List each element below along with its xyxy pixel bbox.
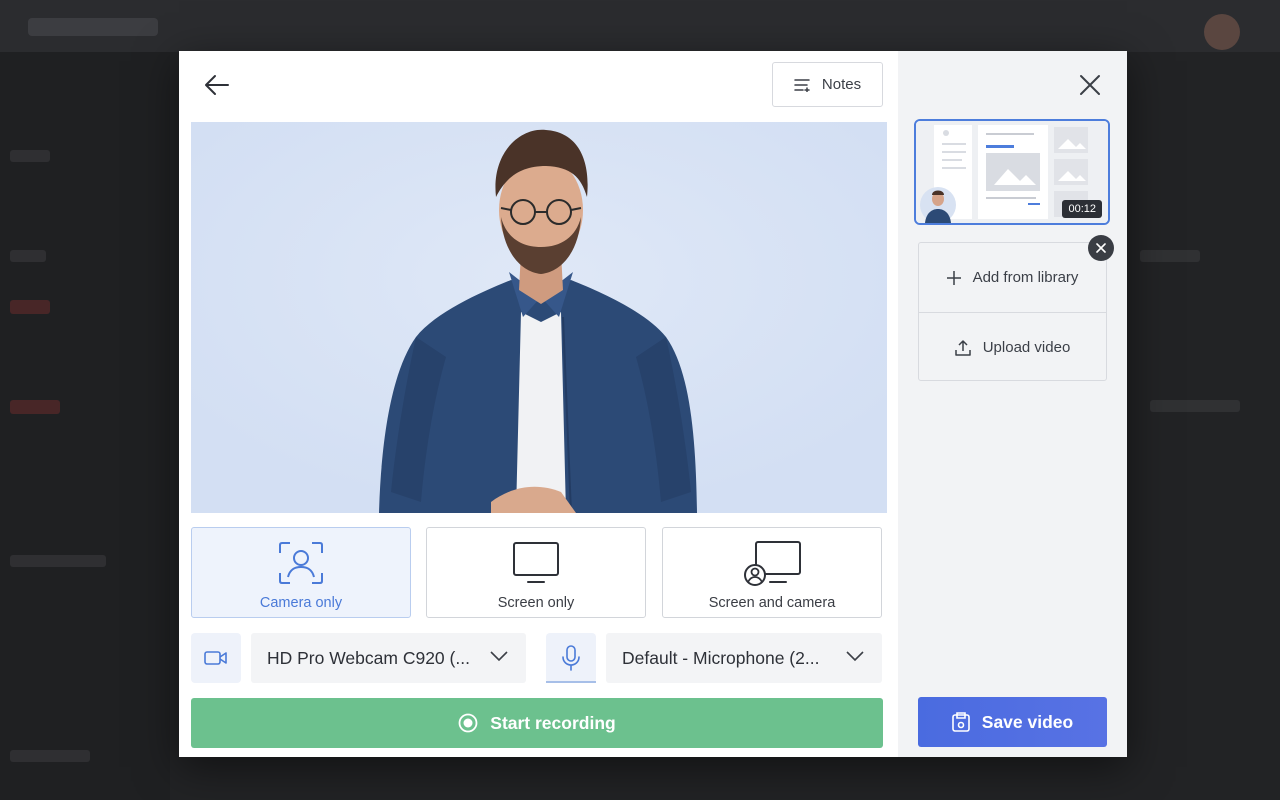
start-recording-button[interactable]: Start recording — [191, 698, 883, 748]
upload-video-label: Upload video — [982, 339, 1071, 356]
close-icon — [1080, 75, 1100, 95]
camera-frame-icon — [279, 542, 323, 584]
background-logo — [28, 18, 158, 36]
background-avatar — [1204, 14, 1240, 50]
monitor-icon — [513, 542, 559, 583]
background-line — [1150, 400, 1240, 412]
save-video-button[interactable]: Save video — [918, 697, 1107, 747]
notes-label: Notes — [821, 76, 862, 93]
background-line — [10, 400, 60, 414]
chevron-down-icon — [490, 651, 508, 662]
add-from-library-button[interactable]: Add from library — [919, 243, 1106, 312]
background-line — [10, 150, 50, 162]
media-sidebar: 00:12 Add from library Upload video Save… — [898, 51, 1127, 757]
mode-camera-only[interactable]: Camera only — [191, 527, 411, 618]
background-line — [10, 750, 90, 762]
back-button[interactable] — [199, 69, 235, 101]
mode-screen-only[interactable]: Screen only — [426, 527, 646, 618]
save-video-label: Save video — [981, 711, 1074, 732]
mode-label: Camera only — [259, 595, 343, 611]
mode-label: Screen and camera — [708, 595, 836, 611]
notes-list-icon — [794, 78, 810, 92]
add-media-box: Add from library Upload video — [918, 242, 1107, 381]
upload-video-button[interactable]: Upload video — [919, 313, 1106, 382]
start-recording-label: Start recording — [490, 712, 616, 733]
mic-active-indicator — [546, 681, 596, 683]
thumbnail-duration: 00:12 — [1062, 200, 1102, 218]
person-on-camera — [191, 122, 887, 513]
microphone-toggle-button[interactable] — [546, 633, 596, 683]
video-camera-icon — [204, 651, 227, 665]
background-line — [10, 250, 46, 262]
upload-icon — [954, 339, 971, 356]
add-from-library-label: Add from library — [972, 269, 1079, 286]
camera-select[interactable]: HD Pro Webcam C920 (... — [251, 633, 526, 683]
microphone-select[interactable]: Default - Microphone (2... — [606, 633, 882, 683]
remove-button[interactable] — [1088, 235, 1114, 261]
plus-icon — [946, 270, 961, 285]
video-thumbnail[interactable]: 00:12 — [914, 119, 1110, 225]
screen-camera-icon — [744, 541, 801, 586]
mode-screen-and-camera[interactable]: Screen and camera — [662, 527, 882, 618]
record-video-dialog: Notes Camera only Screen only Screen and… — [179, 51, 1127, 757]
background-sidebar — [0, 52, 170, 800]
background-line — [10, 555, 106, 567]
save-icon — [951, 712, 970, 732]
camera-preview — [191, 122, 887, 513]
close-button[interactable] — [1074, 69, 1106, 101]
mode-label: Screen only — [497, 595, 575, 611]
close-icon — [1096, 243, 1106, 253]
microphone-select-value: Default - Microphone (2... — [622, 647, 820, 668]
microphone-icon — [562, 645, 580, 671]
notes-button[interactable]: Notes — [772, 62, 883, 107]
background-line — [1140, 250, 1200, 262]
chevron-down-icon — [846, 651, 864, 662]
record-icon — [458, 713, 478, 733]
arrow-left-icon — [205, 75, 229, 95]
camera-toggle-button[interactable] — [191, 633, 241, 683]
camera-select-value: HD Pro Webcam C920 (... — [267, 647, 470, 668]
background-topbar — [0, 0, 1280, 52]
recorder-panel: Notes Camera only Screen only Screen and… — [179, 51, 898, 757]
background-line — [10, 300, 50, 314]
